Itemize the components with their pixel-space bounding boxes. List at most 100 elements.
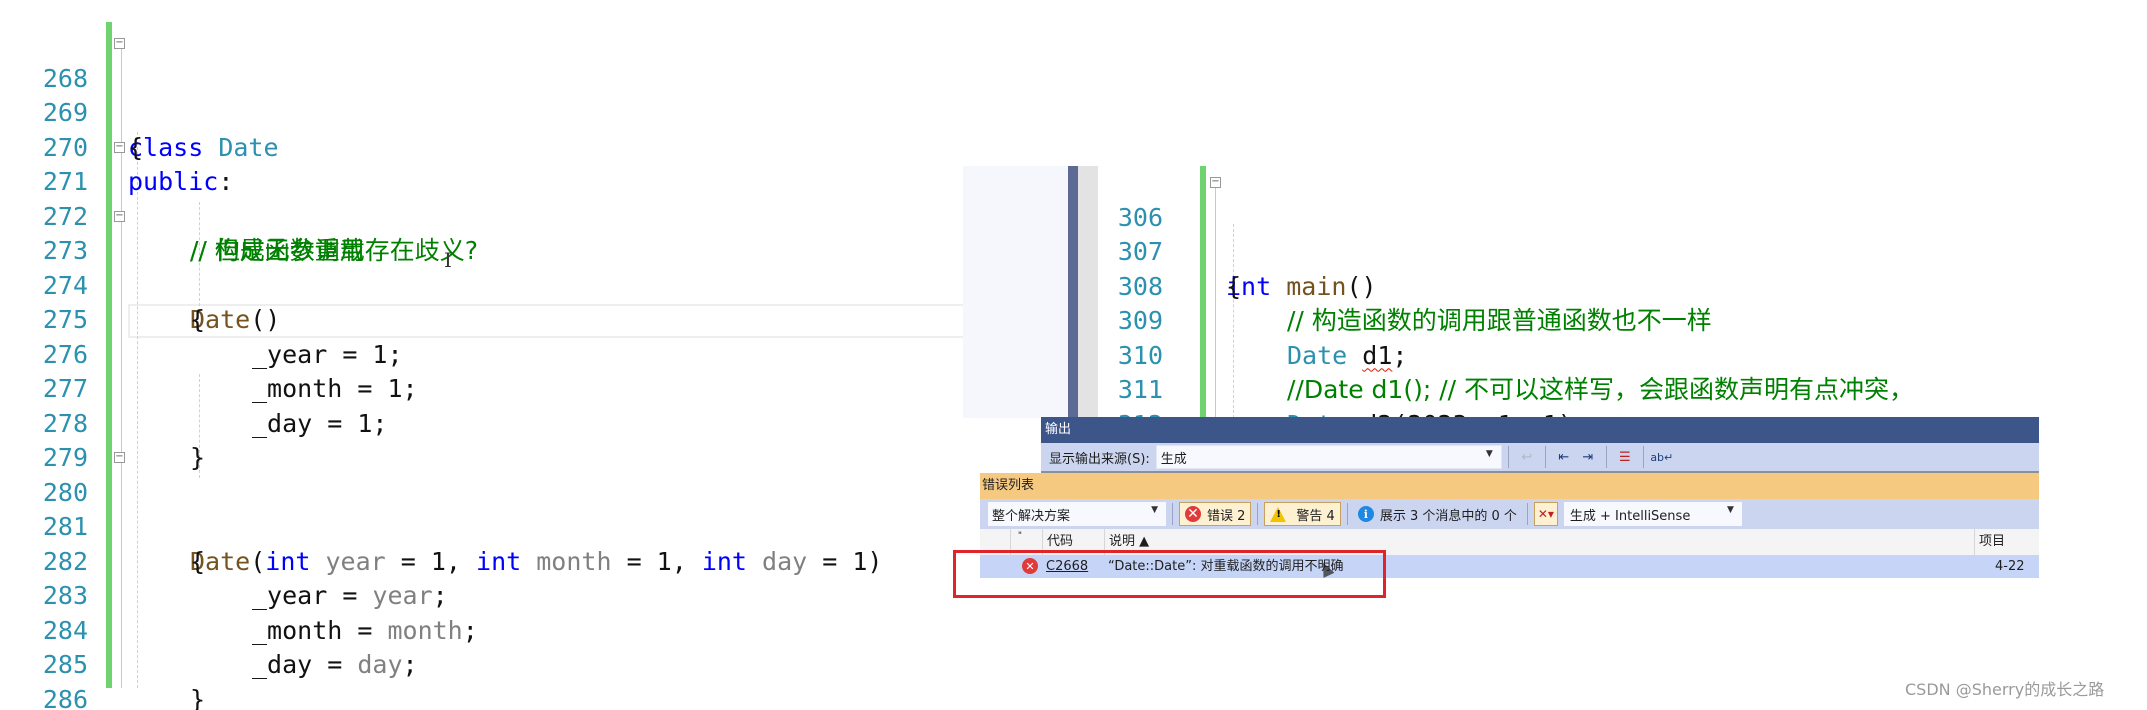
code-text: }	[190, 443, 206, 472]
output-source-value: 生成	[1160, 451, 1187, 467]
code-line[interactable]: 283 _month = month;	[0, 545, 478, 645]
code-line[interactable]: 268 − class Date	[0, 27, 279, 162]
line-number: 310	[1117, 340, 1163, 370]
code-line[interactable]: 281 {	[0, 476, 205, 576]
outline-fold-line	[121, 42, 122, 688]
code-line[interactable]: 284 _day = day;	[0, 579, 418, 680]
outline-fold-line	[1215, 186, 1216, 418]
keyword: int	[476, 546, 522, 576]
code-text: = 1,	[385, 546, 477, 576]
code-text: :	[218, 167, 234, 196]
code-line[interactable]: 278 }	[0, 372, 205, 473]
code-text: ()	[1346, 271, 1377, 301]
code-line[interactable]: 311 Date d2(2023, 1, 1);	[963, 339, 1588, 418]
code-line[interactable]: 275 _year = 1;	[0, 269, 403, 369]
filter-clear-icon: ✕▾	[1537, 507, 1554, 521]
parameter: day	[357, 650, 403, 679]
code-line[interactable]: 279	[0, 407, 88, 472]
toolbar-separator	[1172, 503, 1173, 525]
code-line[interactable]: 269 {	[0, 62, 143, 162]
output-toolbar: 显示输出来源(S): 生成 ▼ ↩ ⇤ ⇥ ☰ ab↵	[1041, 443, 2039, 473]
go-to-line-icon[interactable]: ↩	[1518, 448, 1536, 466]
editor-margin	[1078, 166, 1098, 418]
output-panel-title[interactable]: 输出	[1041, 417, 2039, 443]
toolbar-separator	[1605, 446, 1607, 468]
code-line[interactable]: 272 // 但是无参调用存在歧义?	[0, 165, 478, 266]
line-number: 306	[1117, 202, 1163, 232]
watermark: CSDN @Sherry的成长之路	[1905, 680, 2105, 699]
parameter: year	[372, 581, 433, 610]
column-header-project[interactable]: 项目	[1974, 529, 2039, 555]
code-text: ;	[1392, 340, 1408, 370]
code-line[interactable]: 306 − int main()	[963, 166, 1377, 301]
clear-filter-button[interactable]: ✕▾	[1533, 502, 1558, 526]
code-text: }	[190, 684, 206, 710]
code-text: ;	[462, 615, 478, 645]
chevron-down-icon: ▼	[1726, 505, 1734, 515]
code-editor-right[interactable]: 306 − int main() 307 { 308 // 构造函数的调用跟普通…	[963, 166, 2039, 418]
collapse-icon[interactable]: −	[114, 141, 125, 153]
warnings-filter-button[interactable]: 警告 4	[1264, 502, 1341, 526]
output-source-dropdown[interactable]: 生成 ▼	[1155, 445, 1502, 469]
code-line[interactable]: 280 − Date(int year = 1, int month = 1, …	[0, 441, 883, 576]
keyword: int	[265, 546, 311, 576]
collapse-icon[interactable]: −	[114, 210, 125, 222]
toolbar-separator	[1346, 503, 1348, 525]
code-line[interactable]: 273 − Date()	[0, 200, 280, 334]
code-line[interactable]: 274 {	[0, 234, 205, 335]
indent-guide	[1233, 224, 1234, 418]
field-name: _year	[252, 339, 328, 369]
scope-value: 整个解决方案	[992, 508, 1071, 524]
scope-dropdown[interactable]: 整个解决方案 ▼	[988, 502, 1166, 526]
line-number: 309	[1117, 306, 1163, 335]
code-line[interactable]: 270 public:	[0, 96, 234, 197]
comment: //Date d1(); // 不可以这样写，会跟函数声明有点冲突，	[1287, 375, 1914, 404]
collapse-icon[interactable]: −	[114, 38, 125, 49]
collapse-icon[interactable]: −	[1210, 177, 1221, 188]
errors-filter-button[interactable]: ✕ 错误 2	[1179, 502, 1252, 526]
errors-count-label: 错误 2	[1207, 508, 1246, 524]
change-tracking-bar	[1200, 166, 1206, 418]
code-text: =	[327, 581, 373, 610]
code-line[interactable]: 307 {	[963, 201, 1241, 301]
code-text: {	[128, 132, 144, 162]
field-name: _month	[252, 374, 343, 403]
build-filter-value: 生成 + IntelliSense	[1569, 508, 1691, 524]
code-line[interactable]: 309 Date d1;	[963, 270, 1408, 370]
line-number: 308	[1117, 271, 1163, 301]
messages-filter-button[interactable]: i 展示 3 个消息中的 0 个	[1354, 505, 1521, 524]
warnings-count-label: 警告 4	[1296, 508, 1335, 524]
toolbar-separator	[1526, 503, 1528, 525]
code-line[interactable]: 276 _month = 1;	[0, 303, 418, 404]
line-number: 311	[1117, 375, 1163, 404]
output-panel: 输出 显示输出来源(S): 生成 ▼ ↩ ⇤ ⇥ ☰ ab↵	[1041, 417, 2039, 473]
comment: // 构造函数的调用跟普通函数也不一样	[1287, 306, 1712, 335]
parameter: month	[387, 615, 463, 645]
line-number: 307	[1117, 237, 1163, 266]
clear-all-icon[interactable]: ☰	[1616, 448, 1634, 466]
editor-border	[1068, 166, 1078, 418]
code-line[interactable]: 282 _year = year;	[0, 510, 448, 611]
error-list-title[interactable]: 错误列表	[980, 473, 2039, 499]
code-text: = 1)	[807, 546, 883, 576]
warning-icon	[1270, 506, 1287, 522]
code-line[interactable]: 310 //Date d1(); // 不可以这样写，会跟函数声明有点冲突，	[963, 304, 1914, 405]
code-editor-left[interactable]: 268 − class Date 269 { 270 public: 271 −…	[0, 22, 963, 710]
previous-message-icon[interactable]: ⇤	[1555, 448, 1573, 466]
code-text: ()	[250, 305, 281, 334]
word-wrap-icon[interactable]: ab↵	[1650, 448, 1673, 466]
build-intellisense-dropdown[interactable]: 生成 + IntelliSense ▼	[1563, 502, 1742, 526]
function-name: main	[1286, 271, 1347, 301]
code-line[interactable]: 277 _day = 1;	[0, 338, 388, 438]
error-squiggle-variable[interactable]: d1	[1362, 341, 1392, 370]
comment: // 但是无参调用存在歧义?	[190, 236, 479, 265]
code-line[interactable]: 312 d1.Print();	[963, 373, 1163, 419]
code-line[interactable]: 286	[0, 648, 88, 710]
next-message-icon[interactable]: ⇥	[1579, 448, 1597, 466]
code-line[interactable]: 308 // 构造函数的调用跟普通函数也不一样	[963, 235, 1712, 336]
code-line[interactable]: 285 }	[0, 614, 205, 710]
collapse-icon[interactable]: −	[114, 452, 125, 463]
code-text: ;	[432, 581, 448, 610]
change-tracking-bar	[106, 22, 112, 688]
code-line[interactable]: 271 − // 构成函数重载	[0, 131, 365, 265]
